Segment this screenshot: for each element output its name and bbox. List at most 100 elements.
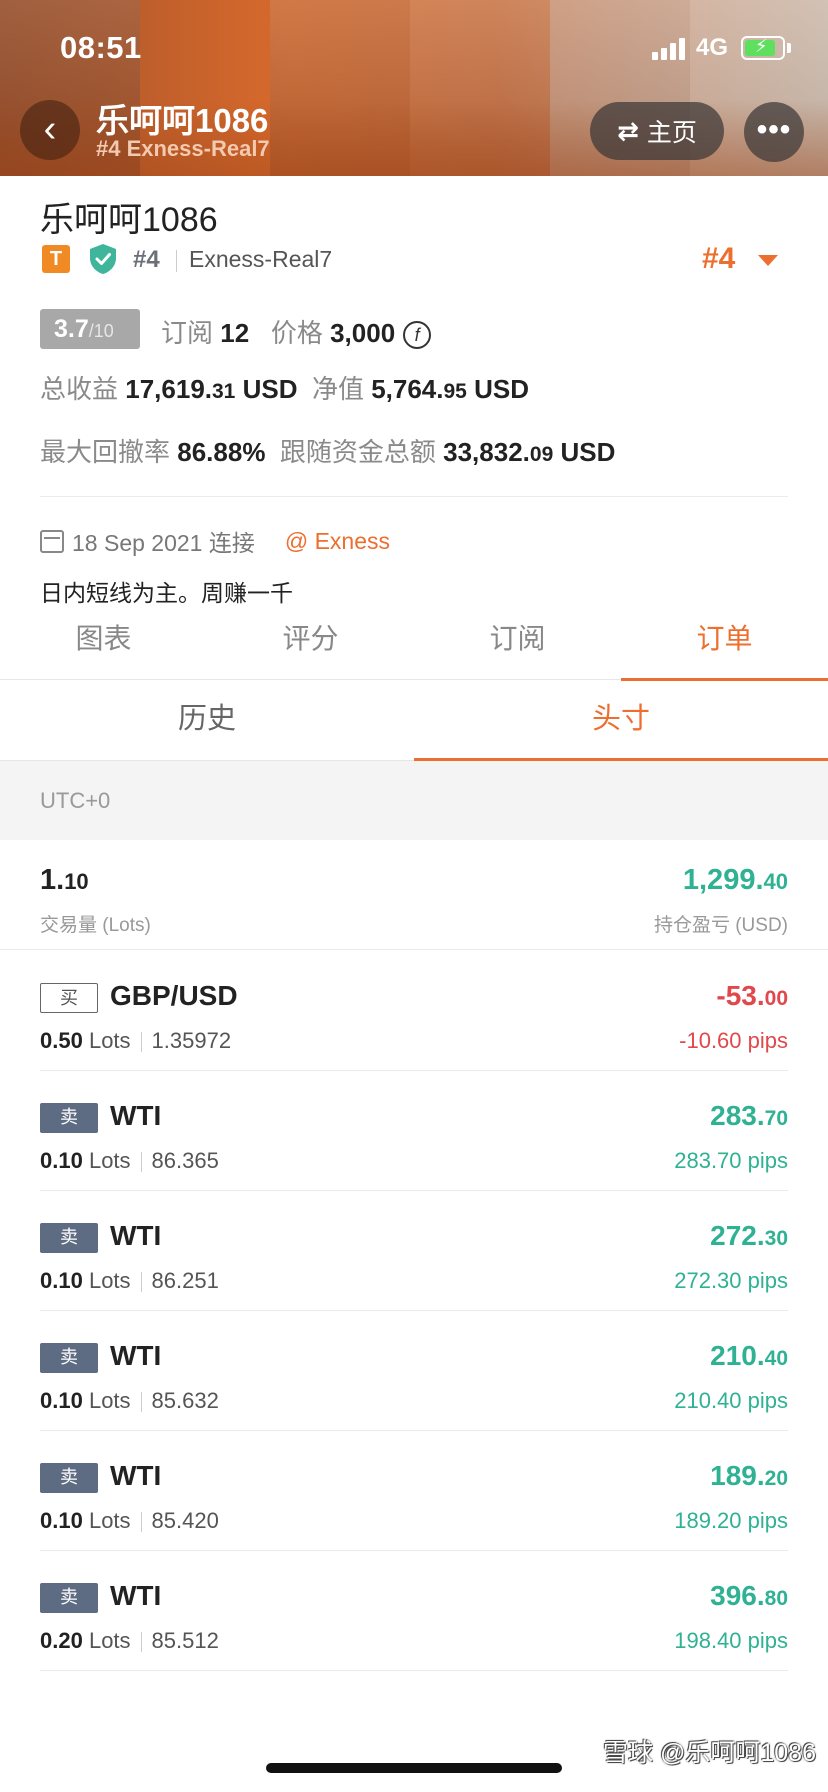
side-badge: 卖 xyxy=(40,1463,98,1493)
position-pips: 210.40 pips xyxy=(674,1388,788,1413)
battery-icon: ⚡ xyxy=(741,36,785,60)
position-row[interactable]: 卖 WTI 0.10 Lots 86.251 272.30 272.30 pips xyxy=(40,1191,788,1311)
status-time: 08:51 xyxy=(60,30,142,65)
position-pl: 283.70 xyxy=(710,1100,788,1131)
watermark: 雪球 @乐呵呵1086 xyxy=(603,1739,816,1767)
position-pips: 198.40 pips xyxy=(674,1628,788,1653)
equity-dec: 95 xyxy=(443,380,467,403)
position-pl: 210.40 xyxy=(710,1340,788,1371)
open-price: 85.420 xyxy=(151,1508,219,1533)
divider xyxy=(176,250,177,272)
subscribe-label: 订阅 xyxy=(161,318,214,348)
connection-info: 18 Sep 2021 连接 @ Exness xyxy=(40,524,390,558)
swap-icon: ⇄ xyxy=(617,115,639,146)
currency: USD xyxy=(242,374,298,404)
nav-title: 乐呵呵1086 xyxy=(96,102,269,139)
subtab-positions[interactable]: 头寸 xyxy=(414,680,828,762)
network-type: 4G xyxy=(696,34,729,61)
open-price: 85.632 xyxy=(151,1388,219,1413)
position-pl: -53.00 xyxy=(716,980,788,1011)
currency: USD xyxy=(560,437,616,467)
position-volume: 0.10 Lots 85.632 xyxy=(40,1388,219,1413)
follow-funds-int: 33,832. xyxy=(443,437,530,467)
open-price: 86.251 xyxy=(151,1268,219,1293)
home-button-label: 主页 xyxy=(646,119,697,147)
positions-list: 买 GBP/USD 0.50 Lots 1.35972 -53.00 -10.60… xyxy=(0,951,828,1671)
max-drawdown-label: 最大回撤率 xyxy=(40,437,171,467)
chevron-left-icon: ‹ xyxy=(43,108,57,150)
tab-rating[interactable]: 评分 xyxy=(207,606,414,680)
broker-link[interactable]: @ Exness xyxy=(285,528,390,555)
order-subtabs: 历史 头寸 xyxy=(0,680,828,762)
position-symbol: WTI xyxy=(110,1340,162,1371)
total-profit-label: 总收益 xyxy=(40,374,119,404)
position-pips: -10.60 pips xyxy=(679,1028,788,1053)
calendar-icon xyxy=(40,529,64,553)
total-floating-pl-label: 持仓盈亏 (USD) xyxy=(653,915,788,936)
position-volume: 0.20 Lots 85.512 xyxy=(40,1628,219,1653)
subtab-history[interactable]: 历史 xyxy=(0,680,414,761)
score-badge: 3.7/10 xyxy=(40,309,140,349)
position-pips: 272.30 pips xyxy=(674,1268,788,1293)
position-volume: 0.10 Lots 86.251 xyxy=(40,1268,219,1293)
currency: USD xyxy=(474,374,529,404)
score-value: 3.7 xyxy=(54,315,89,343)
position-row[interactable]: 卖 WTI 0.10 Lots 85.420 189.20 189.20 pips xyxy=(40,1431,788,1551)
total-profit-int: 17,619. xyxy=(125,374,212,404)
score-max: /10 xyxy=(88,321,114,341)
side-badge: 卖 xyxy=(40,1583,98,1613)
side-badge: 卖 xyxy=(40,1223,98,1253)
more-button[interactable]: ••• xyxy=(744,102,804,162)
position-symbol: GBP/USD xyxy=(110,980,238,1011)
trader-badge-icon: T xyxy=(42,245,70,273)
tab-chart[interactable]: 图表 xyxy=(0,606,207,680)
position-volume: 0.10 Lots 86.365 xyxy=(40,1148,219,1173)
drawdown-line: 最大回撤率 86.88% 跟随资金总额 33,832.09 USD xyxy=(40,432,615,469)
rank-selector[interactable]: #4 xyxy=(702,242,735,276)
follow-funds-dec: 09 xyxy=(529,443,554,466)
position-row[interactable]: 卖 WTI 0.20 Lots 85.512 396.80 198.40 pips xyxy=(40,1551,788,1671)
tab-orders[interactable]: 订单 xyxy=(621,606,828,681)
total-floating-pl: 1,299.40 xyxy=(682,864,788,896)
position-symbol: WTI xyxy=(110,1100,162,1131)
position-pl: 272.30 xyxy=(710,1220,788,1251)
home-button[interactable]: ⇄ 主页 xyxy=(590,102,724,160)
position-volume: 0.50 Lots 1.35972 xyxy=(40,1028,232,1053)
tab-subscribe[interactable]: 订阅 xyxy=(414,606,621,680)
rank-label: #4 xyxy=(133,246,160,273)
positions-summary: 1.10 交易量 (Lots) 1,299.40 持仓盈亏 (USD) xyxy=(0,840,828,950)
position-row[interactable]: 买 GBP/USD 0.50 Lots 1.35972 -53.00 -10.60… xyxy=(40,951,788,1071)
position-symbol: WTI xyxy=(110,1460,162,1491)
position-pips: 189.20 pips xyxy=(674,1508,788,1533)
home-indicator[interactable] xyxy=(266,1763,562,1773)
subscribe-count: 12 xyxy=(220,318,250,348)
nav-subtitle: #4 Exness-Real7 xyxy=(96,136,270,161)
profit-line: 总收益 17,619.31 USD 净值 5,764.95 USD xyxy=(40,369,529,406)
profile-name: 乐呵呵1086 xyxy=(40,201,218,239)
max-drawdown-value: 86.88% xyxy=(177,437,266,467)
open-price: 86.365 xyxy=(151,1148,219,1173)
position-symbol: WTI xyxy=(110,1580,162,1611)
equity-int: 5,764. xyxy=(371,374,444,404)
timezone-bar: UTC+0 xyxy=(0,761,828,840)
more-dots-icon: ••• xyxy=(756,113,792,146)
subscription-info: 订阅 12 价格 3,000 f xyxy=(161,313,432,350)
position-row[interactable]: 卖 WTI 0.10 Lots 85.632 210.40 210.40 pips xyxy=(40,1311,788,1431)
verified-shield-icon xyxy=(90,244,116,274)
price-label: 价格 xyxy=(270,318,323,348)
open-price: 1.35972 xyxy=(151,1028,232,1053)
side-badge: 卖 xyxy=(40,1343,98,1373)
profile-header: 08:51 4G ⚡ ‹ 乐呵呵1086 #4 Exness-Real7 ⇄ 主… xyxy=(0,0,828,176)
profile-bio: 日内短线为主。周赚一千 xyxy=(40,580,293,606)
total-profit-dec: 31 xyxy=(212,380,236,403)
divider xyxy=(40,496,788,497)
equity-label: 净值 xyxy=(311,374,364,404)
back-button[interactable]: ‹ xyxy=(20,100,80,160)
battery-tip xyxy=(787,43,791,53)
position-row[interactable]: 卖 WTI 0.10 Lots 86.365 283.70 283.70 pips xyxy=(40,1071,788,1191)
broker-account: Exness-Real7 xyxy=(189,246,333,272)
position-volume: 0.10 Lots 85.420 xyxy=(40,1508,219,1533)
connected-date: 18 Sep 2021 连接 xyxy=(72,530,255,556)
coin-icon: f xyxy=(403,321,432,350)
caret-down-icon[interactable] xyxy=(758,255,778,266)
